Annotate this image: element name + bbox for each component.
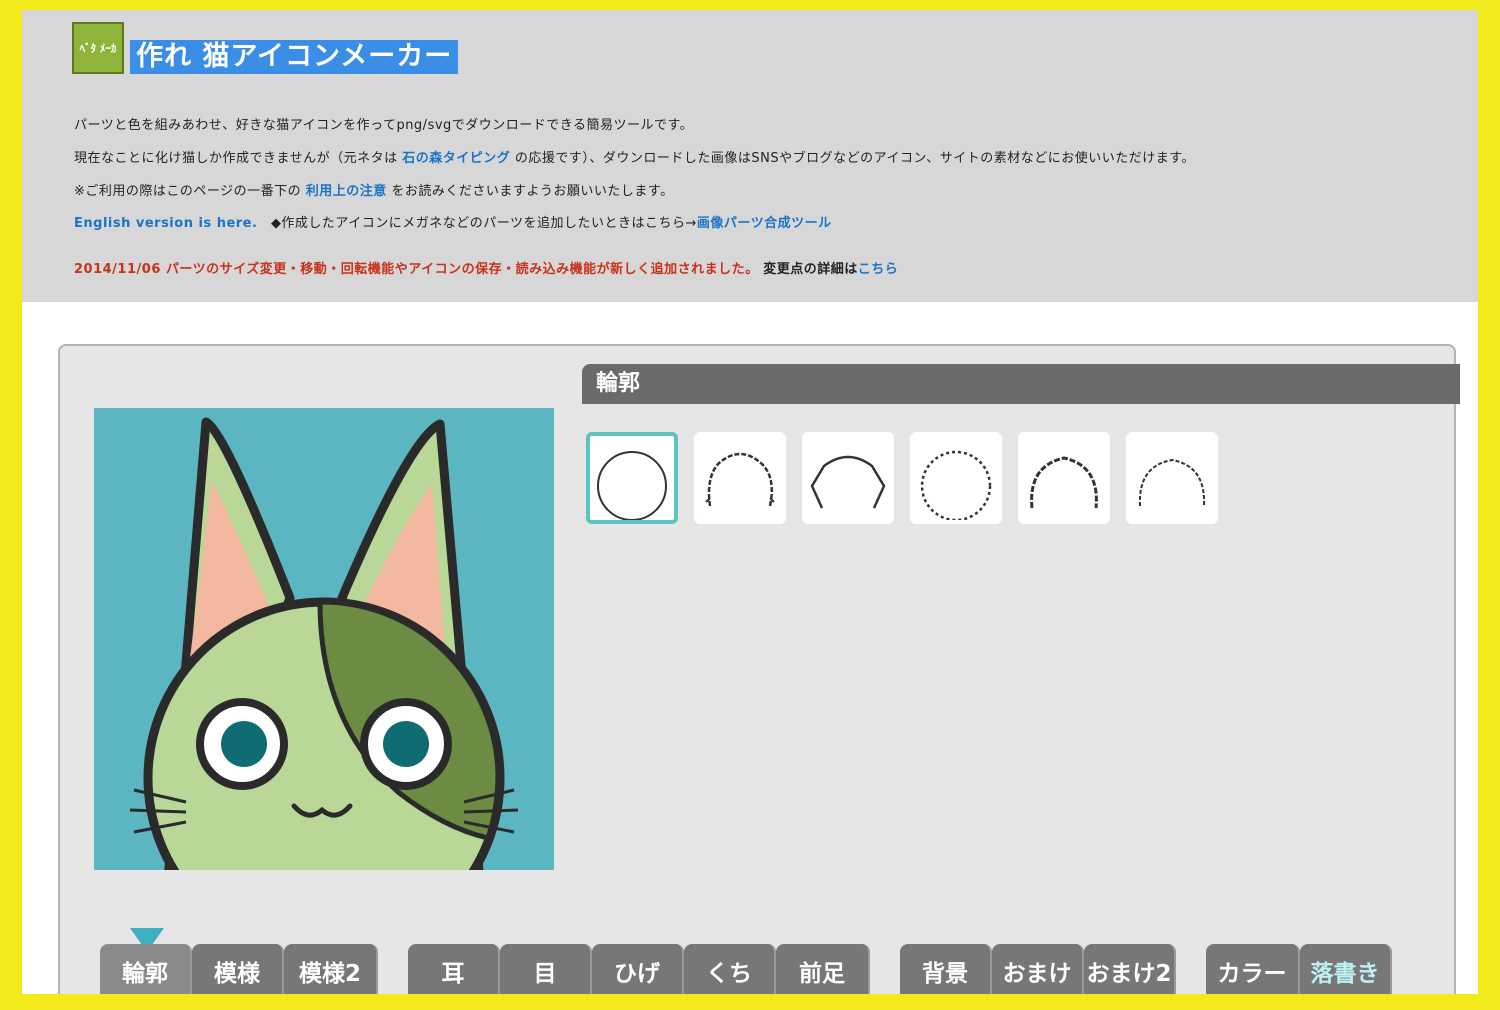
description-line-4: English version is here. ◆作成したアイコンにメガネなど… bbox=[74, 212, 832, 231]
outline-pointed-icon bbox=[810, 455, 886, 509]
tab-eyes[interactable]: 目 bbox=[500, 944, 592, 994]
parts-tool-link[interactable]: 画像パーツ合成ツール bbox=[697, 216, 832, 231]
tab-extra[interactable]: おまけ bbox=[992, 944, 1084, 994]
page-frame: ﾍﾞﾀ ﾒｰｶ 作れ 猫アイコンメーカー パーツと色を組みあわせ、好きな猫アイコ… bbox=[22, 10, 1478, 994]
tab-pattern[interactable]: 模様 bbox=[192, 944, 284, 994]
outline-thin-icon bbox=[1138, 458, 1206, 507]
terms-link[interactable]: 利用上の注意 bbox=[306, 184, 387, 199]
icon-preview bbox=[94, 408, 554, 870]
news-text: 2014/11/06 パーツのサイズ変更・移動・回転機能やアイコンの保存・読み込… bbox=[74, 262, 759, 277]
outline-option-5[interactable] bbox=[1018, 432, 1110, 524]
tab-ears[interactable]: 耳 bbox=[408, 944, 500, 994]
tab-doodle[interactable]: 落書き bbox=[1300, 944, 1392, 994]
outline-round-icon bbox=[1030, 456, 1098, 509]
news-line: 2014/11/06 パーツのサイズ変更・移動・回転機能やアイコンの保存・読み込… bbox=[74, 258, 898, 277]
editor-panel: 輪郭 輪郭 模様 模様2 耳 目 ひげ くち 前足 背景 おまけ おまけ2 カラ… bbox=[58, 344, 1460, 994]
description-text: ◆作成したアイコンにメガネなどのパーツを追加したいときはこちら→ bbox=[257, 216, 697, 231]
typing-game-link[interactable]: 石の森タイピング bbox=[402, 151, 510, 166]
tab-mouth[interactable]: くち bbox=[684, 944, 776, 994]
tab-color[interactable]: カラー bbox=[1206, 944, 1300, 994]
tab-whiskers[interactable]: ひげ bbox=[592, 944, 684, 994]
news-tail: 変更点の詳細は bbox=[763, 262, 858, 277]
section-title: 輪郭 bbox=[582, 364, 1460, 404]
outline-fluffy-icon bbox=[920, 450, 992, 520]
outline-option-4[interactable] bbox=[910, 432, 1002, 524]
description-text: 現在なことに化け猫しか作成できませんが（元ネタは bbox=[74, 151, 403, 166]
description-line-3: ※ご利用の際はこのページの一番下の 利用上の注意 をお読みくださいますようお願い… bbox=[74, 180, 674, 199]
news-details-link[interactable]: こちら bbox=[858, 262, 899, 277]
description-text: ※ご利用の際はこのページの一番下の bbox=[74, 184, 306, 199]
outline-option-3[interactable] bbox=[802, 432, 894, 524]
header: ﾍﾞﾀ ﾒｰｶ 作れ 猫アイコンメーカー パーツと色を組みあわせ、好きな猫アイコ… bbox=[22, 10, 1478, 302]
app-logo[interactable]: ﾍﾞﾀ ﾒｰｶ bbox=[72, 22, 124, 74]
page-title: 作れ 猫アイコンメーカー bbox=[130, 40, 459, 74]
logo-text: ﾍﾞﾀ ﾒｰｶ bbox=[79, 41, 117, 55]
tab-pattern-2[interactable]: 模様2 bbox=[284, 944, 378, 994]
outline-option-2[interactable] bbox=[694, 432, 786, 524]
description-line-1: パーツと色を組みあわせ、好きな猫アイコンを作ってpng/svgでダウンロードでき… bbox=[74, 118, 694, 133]
tab-extra-2[interactable]: おまけ2 bbox=[1084, 944, 1176, 994]
tab-background[interactable]: 背景 bbox=[900, 944, 992, 994]
outline-option-6[interactable] bbox=[1126, 432, 1218, 524]
description-line-2: 現在なことに化け猫しか作成できませんが（元ネタは 石の森タイピング の応援です）… bbox=[74, 147, 1195, 166]
tab-outline[interactable]: 輪郭 bbox=[100, 944, 192, 994]
description-text: をお読みくださいますようお願いいたします。 bbox=[386, 184, 674, 199]
english-version-link[interactable]: English version is here. bbox=[74, 216, 257, 231]
outline-option-1[interactable] bbox=[586, 432, 678, 524]
outline-cheek-icon bbox=[705, 452, 775, 507]
tab-front-paws[interactable]: 前足 bbox=[776, 944, 870, 994]
outline-plain-icon bbox=[597, 451, 667, 520]
cat-illustration bbox=[129, 417, 519, 870]
description-text: の応援です）、ダウンロードした画像はSNSやブログなどのアイコン、サイトの素材な… bbox=[510, 151, 1195, 166]
